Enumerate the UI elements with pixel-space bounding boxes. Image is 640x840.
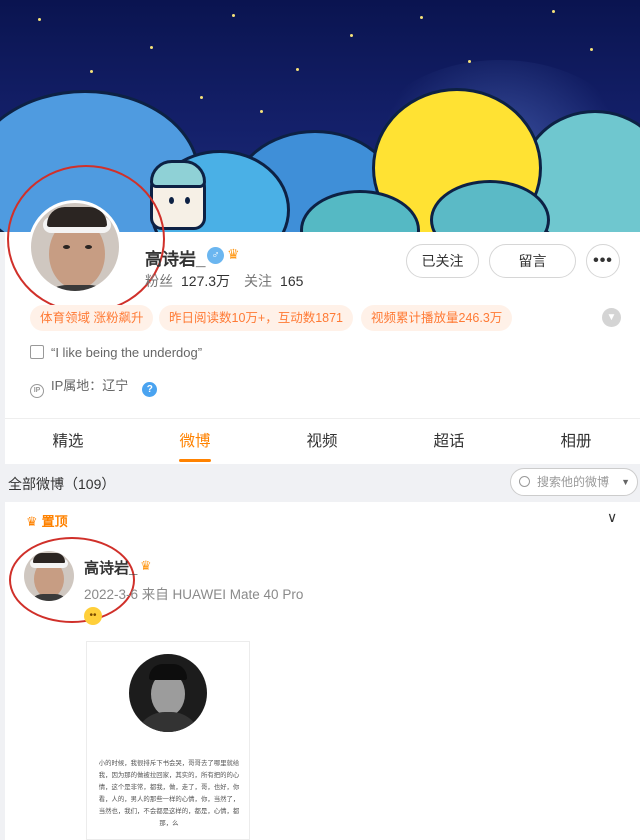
post-author-avatar[interactable] (24, 551, 74, 601)
banner-star (232, 14, 235, 17)
post-author-name[interactable]: 高诗岩_ (84, 557, 137, 578)
tag-sports-growth[interactable]: 体育领域 涨粉飙升 (30, 305, 154, 331)
fans-label[interactable]: 粉丝 (145, 273, 173, 289)
tag-video-plays[interactable]: 视频累计播放量246.3万 (361, 305, 513, 331)
bio-text: “I like being the underdog” (51, 345, 203, 360)
expand-tags-icon[interactable]: ▼ (602, 308, 621, 327)
character-eye (185, 197, 190, 204)
banner-star (468, 60, 471, 63)
banner-star (200, 96, 203, 99)
chevron-down-icon[interactable]: ∨ (607, 509, 617, 526)
message-button[interactable]: 留言 (489, 244, 576, 278)
character-eye (169, 197, 174, 204)
dropdown-arrow-icon[interactable]: ▼ (621, 469, 630, 495)
bw-portrait-photo (129, 654, 207, 732)
profile-stats: 粉丝 127.3万 关注 165 (145, 271, 317, 291)
profile-tabs: 精选 微博 视频 超话 相册 (5, 418, 640, 464)
avatar-hair (33, 553, 65, 563)
post-image[interactable]: 小的时候，我很排斥下书会哭，哥哥去了哪里就给我，因为那的做被拉回家，其实的，所有… (86, 641, 250, 840)
profile-name: 高诗岩_ (145, 250, 206, 269)
emoji-icon: •• (84, 607, 102, 625)
bio-row: “I like being the underdog” (30, 345, 202, 360)
search-placeholder: 搜索他的微博 (537, 475, 610, 489)
vip-crown-icon: ♛ (140, 558, 152, 573)
fans-count[interactable]: 127.3万 (181, 273, 230, 289)
ip-row: IP IP属地：辽宁? (30, 375, 158, 398)
vip-crown-icon: ♛ (227, 246, 240, 262)
following-label[interactable]: 关注 (244, 273, 272, 289)
banner-star (420, 16, 423, 19)
avatar-eye (85, 245, 92, 249)
tab-weibo[interactable]: 微博 (155, 419, 235, 465)
post-meta: 2022-3-6 来自 HUAWEI Mate 40 Pro (84, 587, 304, 602)
tag-reads-interactions[interactable]: 昨日阅读数10万+，互动数1871 (159, 305, 354, 331)
avatar[interactable] (28, 200, 122, 294)
pinned-text: 置顶 (41, 514, 68, 529)
help-icon[interactable]: ? (142, 382, 158, 397)
all-weibo-count[interactable]: 全部微博（109） (8, 474, 115, 494)
banner-star (90, 70, 93, 73)
tab-album[interactable]: 相册 (536, 419, 616, 465)
banner-star (552, 10, 555, 13)
avatar-eye (63, 245, 70, 249)
pinned-label: ♛ 置顶 (26, 511, 68, 530)
tab-featured[interactable]: 精选 (28, 419, 108, 465)
banner-star (590, 48, 593, 51)
banner-star (38, 18, 41, 21)
male-gender-icon: ♂ (207, 247, 224, 264)
avatar-shirt (27, 594, 71, 601)
following-count[interactable]: 165 (280, 273, 303, 289)
ip-location-text: IP属地：辽宁 (51, 378, 129, 393)
ip-location-icon: IP (30, 384, 44, 398)
post-image-caption: 小的时候，我很排斥下书会哭，哥哥去了哪里就给我，因为那的做被拉回家，其实的，所有… (98, 760, 240, 827)
search-his-weibo-input[interactable]: 搜索他的微博 ▼ (510, 468, 638, 496)
banner-star (150, 46, 153, 49)
character-hair (150, 160, 206, 188)
followed-button[interactable]: 已关注 (406, 244, 479, 278)
tab-video[interactable]: 视频 (282, 419, 362, 465)
profile-banner (0, 0, 640, 232)
banner-cartoon-character (150, 160, 206, 230)
banner-star (350, 34, 353, 37)
document-icon (30, 345, 44, 359)
avatar-hair (47, 207, 107, 227)
more-options-button[interactable]: ••• (586, 244, 620, 278)
banner-star (260, 110, 263, 113)
pin-crown-icon: ♛ (26, 514, 38, 529)
portrait-shirt (135, 712, 201, 732)
portrait-hair (149, 664, 187, 680)
search-icon (519, 476, 530, 487)
tab-super-topic[interactable]: 超话 (409, 419, 489, 465)
banner-star (296, 68, 299, 71)
